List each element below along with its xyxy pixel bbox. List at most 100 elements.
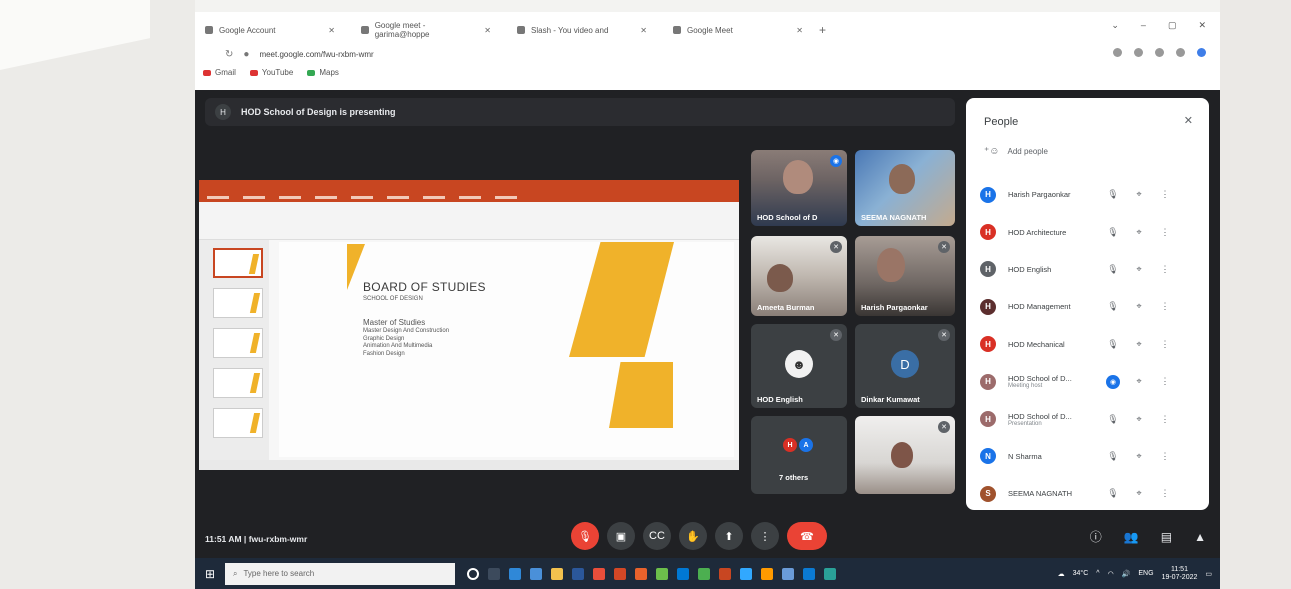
cortana-icon[interactable]: [467, 567, 479, 580]
extensions-icon[interactable]: [1176, 48, 1185, 57]
app-icon[interactable]: [593, 567, 605, 580]
pin-icon[interactable]: ⌖: [1126, 227, 1152, 238]
participant-row[interactable]: H HOD Management 🎙 ⌖ ⋮: [978, 288, 1203, 325]
mic-off-icon[interactable]: 🎙: [1100, 227, 1126, 238]
more-options-icon[interactable]: ⋮: [1152, 451, 1178, 462]
participant-row[interactable]: H HOD English 🎙 ⌖ ⋮: [978, 251, 1203, 288]
app-icon[interactable]: [803, 567, 815, 580]
mic-off-icon[interactable]: 🎙: [1100, 414, 1126, 425]
participant-row[interactable]: H Harish Pargaonkar 🎙 ⌖ ⋮: [978, 176, 1203, 213]
close-icon[interactable]: ✕: [1198, 20, 1206, 31]
people-icon[interactable]: 👥: [1124, 530, 1139, 544]
more-options-icon[interactable]: ⋮: [1152, 227, 1178, 238]
participant-row[interactable]: S SEEMA NAGNATH 🎙 ⌖ ⋮: [978, 475, 1203, 512]
mic-off-icon[interactable]: 🎙: [1100, 264, 1126, 275]
weather-temp[interactable]: 34°C: [1073, 570, 1089, 577]
chrome-icon[interactable]: [698, 567, 710, 580]
mic-toggle-button[interactable]: 🎙: [571, 522, 599, 550]
pin-icon[interactable]: ⌖: [1126, 488, 1152, 499]
task-view-icon[interactable]: [488, 567, 500, 580]
participant-row[interactable]: H HOD School of D... Meeting host ◉ ⌖ ⋮: [978, 363, 1203, 400]
more-options-icon[interactable]: ⋮: [1152, 189, 1178, 200]
camera-toggle-button[interactable]: ▣: [607, 522, 635, 550]
mic-off-icon[interactable]: 🎙: [1100, 339, 1126, 350]
pin-icon[interactable]: ⌖: [1126, 451, 1152, 462]
app-icon[interactable]: [656, 567, 668, 580]
tray-chevron-icon[interactable]: ^: [1096, 570, 1099, 577]
edge-icon[interactable]: [509, 567, 521, 580]
bookmark-maps[interactable]: Maps: [307, 68, 339, 77]
participant-row[interactable]: H HOD School of D... Presentation 🎙 ⌖ ⋮: [978, 400, 1203, 437]
participant-tile[interactable]: ◉ HOD School of D: [751, 150, 847, 226]
bookmark-star-icon[interactable]: [1155, 48, 1164, 57]
illustrator-icon[interactable]: [761, 567, 773, 580]
close-icon[interactable]: ✕: [796, 26, 803, 35]
browser-tab[interactable]: Slash - You video and ✕: [507, 20, 657, 40]
mic-off-icon[interactable]: 🎙: [1100, 189, 1126, 200]
app-icon[interactable]: [782, 567, 794, 580]
notifications-icon[interactable]: ▭: [1205, 570, 1212, 578]
lock-icon[interactable]: ●: [243, 49, 249, 60]
pin-icon[interactable]: ⌖: [1126, 301, 1152, 312]
pin-icon[interactable]: ⌖: [1126, 376, 1152, 387]
close-icon[interactable]: ✕: [328, 26, 335, 35]
pin-icon[interactable]: ⌖: [1126, 264, 1152, 275]
close-icon[interactable]: ✕: [484, 26, 491, 35]
mic-off-icon[interactable]: 🎙: [1100, 301, 1126, 312]
app-icon[interactable]: [824, 567, 836, 580]
self-view-tile[interactable]: ✕: [855, 416, 955, 494]
activities-icon[interactable]: ▲: [1194, 530, 1206, 544]
mic-off-icon[interactable]: 🎙: [1100, 488, 1126, 499]
chevron-down-icon[interactable]: ⌄: [1111, 20, 1119, 31]
pin-icon[interactable]: ⌖: [1126, 414, 1152, 425]
store-icon[interactable]: [530, 567, 542, 580]
participant-row[interactable]: H HOD Mechanical 🎙 ⌖ ⋮: [978, 326, 1203, 363]
present-button[interactable]: ⬆: [715, 522, 743, 550]
more-options-icon[interactable]: ⋮: [1152, 376, 1178, 387]
chat-icon[interactable]: ▤: [1161, 530, 1172, 544]
clock[interactable]: 11:51 19-07-2022: [1162, 566, 1198, 582]
windows-start-icon[interactable]: ⊞: [195, 567, 225, 581]
participant-row[interactable]: N N Sharma 🎙 ⌖ ⋮: [978, 438, 1203, 475]
leave-call-button[interactable]: ☎: [787, 522, 827, 550]
close-icon[interactable]: ✕: [1184, 114, 1193, 127]
file-explorer-icon[interactable]: [551, 567, 563, 580]
info-icon[interactable]: ⓘ: [1090, 528, 1102, 545]
browser-tab[interactable]: Google Meet ✕: [663, 20, 813, 40]
word-icon[interactable]: [572, 567, 584, 580]
network-icon[interactable]: ◠: [1108, 570, 1114, 578]
captions-button[interactable]: CC: [643, 522, 671, 550]
others-tile[interactable]: H A 7 others: [751, 416, 847, 494]
powerpoint-icon[interactable]: [719, 567, 731, 580]
bookmark-youtube[interactable]: YouTube: [249, 68, 293, 77]
maximize-icon[interactable]: ▢: [1168, 20, 1177, 31]
opera-icon[interactable]: [614, 567, 626, 580]
participant-tile[interactable]: ✕ Harish Pargaonkar: [855, 236, 955, 316]
pin-icon[interactable]: ⌖: [1126, 189, 1152, 200]
more-options-icon[interactable]: ⋮: [1152, 414, 1178, 425]
more-options-icon[interactable]: ⋮: [1152, 264, 1178, 275]
address-bar[interactable]: meet.google.com/fwu-rxbm-wmr: [259, 50, 373, 59]
bookmark-gmail[interactable]: Gmail: [203, 68, 236, 77]
mail-icon[interactable]: [677, 567, 689, 580]
add-people-button[interactable]: ⁺☺ Add people: [984, 146, 1048, 157]
participant-tile[interactable]: ☻ ✕ HOD English: [751, 324, 847, 408]
participant-tile[interactable]: ✕ Ameeta Burman: [751, 236, 847, 316]
language-indicator[interactable]: ENG: [1138, 570, 1153, 577]
new-tab-icon[interactable]: +: [819, 20, 826, 40]
more-options-icon[interactable]: ⋮: [1152, 301, 1178, 312]
close-icon[interactable]: ✕: [640, 26, 647, 35]
raise-hand-button[interactable]: ✋: [679, 522, 707, 550]
pin-icon[interactable]: ⌖: [1126, 339, 1152, 350]
minimize-icon[interactable]: –: [1141, 20, 1146, 31]
camera-indicator-icon[interactable]: [1113, 48, 1122, 57]
share-icon[interactable]: [1134, 48, 1143, 57]
browser-tab[interactable]: Google Account ✕: [195, 20, 345, 40]
browser-tab[interactable]: Google meet - garima@hoppe ✕: [351, 20, 501, 40]
mic-off-icon[interactable]: 🎙: [1100, 451, 1126, 462]
more-options-button[interactable]: ⋮: [751, 522, 779, 550]
participant-row[interactable]: H HOD Architecture 🎙 ⌖ ⋮: [978, 213, 1203, 250]
volume-icon[interactable]: 🔊: [1122, 570, 1131, 578]
participant-tile[interactable]: SEEMA NAGNATH: [855, 150, 955, 226]
profile-avatar[interactable]: [1197, 48, 1206, 57]
